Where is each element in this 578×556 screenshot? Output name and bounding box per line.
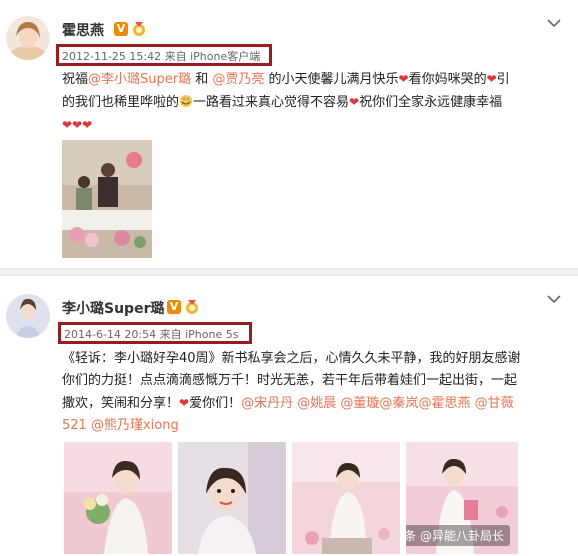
avatar[interactable] [6, 294, 50, 338]
mention-link[interactable]: @熊乃瑾xiong [91, 418, 179, 433]
watermark: 头条 @异能八卦局长 [406, 525, 510, 546]
verified-badge-icon: V [114, 22, 128, 36]
medal-icon [133, 22, 145, 36]
text-line: 《轻诉：李小璐好孕40周》新书私享会之后，心情久久未平静，我的好朋友感谢 [62, 351, 521, 366]
mention-link[interactable]: @董璇 [340, 396, 379, 411]
text-segment: 的我们也稀里哗啦的 [62, 95, 180, 110]
mention-link[interactable]: 521 [62, 418, 87, 433]
text-segment: 祝福 [62, 72, 89, 87]
post-timestamp[interactable]: 2014-6-14 20:54 来自 iPhone 5s [64, 326, 238, 342]
heart-icon: ❤ [179, 396, 190, 410]
post-image[interactable] [292, 442, 400, 554]
emoji-icon [180, 95, 193, 107]
post-image[interactable] [62, 140, 152, 258]
post-text: 《轻诉：李小璐好孕40周》新书私享会之后，心情久久未平静，我的好朋友感谢 你们的… [62, 348, 572, 437]
heart-icons: ❤❤❤ [62, 118, 93, 132]
mention-link[interactable]: @李小璐Super璐 [88, 72, 191, 87]
text-segment: 和 [191, 72, 213, 87]
text-segment: 看你妈咪哭的 [408, 72, 487, 87]
text-line: 你们的力挺！点点滴滴感慨万千！时光无恙，若干年后带着娃们一起出街，一起 [62, 373, 518, 388]
post-image[interactable] [64, 442, 172, 554]
text-segment: 一路看过来真心觉得不容易 [193, 95, 350, 110]
medal-icon [186, 300, 198, 314]
post-timestamp[interactable]: 2012-11-25 15:42 来自 iPhone客户端 [62, 48, 260, 64]
post-text: 祝福@李小璐Super璐 和 @贾乃亮 的小天使馨儿满月快乐❤看你妈咪哭的❤引 … [62, 68, 562, 137]
username[interactable]: 霍思燕 [62, 20, 104, 40]
post-image[interactable] [178, 442, 286, 554]
mention-link[interactable]: @宋丹丹 [241, 396, 293, 411]
mention-link[interactable]: @贾乃亮 [212, 72, 264, 87]
post-image[interactable]: 头条 @异能八卦局长 [406, 442, 518, 554]
text-segment: 引 [496, 72, 510, 87]
post-divider [0, 268, 578, 276]
avatar[interactable] [6, 16, 50, 60]
heart-icon: ❤ [486, 72, 497, 86]
text-segment: 的小天使馨儿满月快乐 [264, 72, 399, 87]
chevron-down-icon[interactable] [546, 292, 562, 306]
verified-badge-icon: V [167, 300, 181, 314]
weibo-post-2: 李小璐Super璐 V 2014-6-14 20:54 来自 iPhone 5s… [0, 276, 578, 556]
text-segment: 撒欢，笑闹和分享！ [62, 396, 180, 411]
heart-icon: ❤ [398, 72, 409, 86]
mention-link[interactable]: @姚晨 [297, 396, 336, 411]
mention-link[interactable]: @甘薇 [475, 396, 514, 411]
mention-link[interactable]: @霍思燕 [418, 396, 470, 411]
mention-link[interactable]: @秦岚 [379, 396, 418, 411]
text-segment: 爱你们！ [189, 396, 242, 411]
text-segment: 祝你们全家永远健康幸福 [359, 95, 503, 110]
weibo-post-1: 霍思燕 V 2012-11-25 15:42 来自 iPhone客户端 祝福@李… [0, 0, 578, 268]
chevron-down-icon[interactable] [546, 16, 562, 30]
heart-icon: ❤ [349, 95, 360, 109]
username[interactable]: 李小璐Super璐 [62, 298, 164, 318]
